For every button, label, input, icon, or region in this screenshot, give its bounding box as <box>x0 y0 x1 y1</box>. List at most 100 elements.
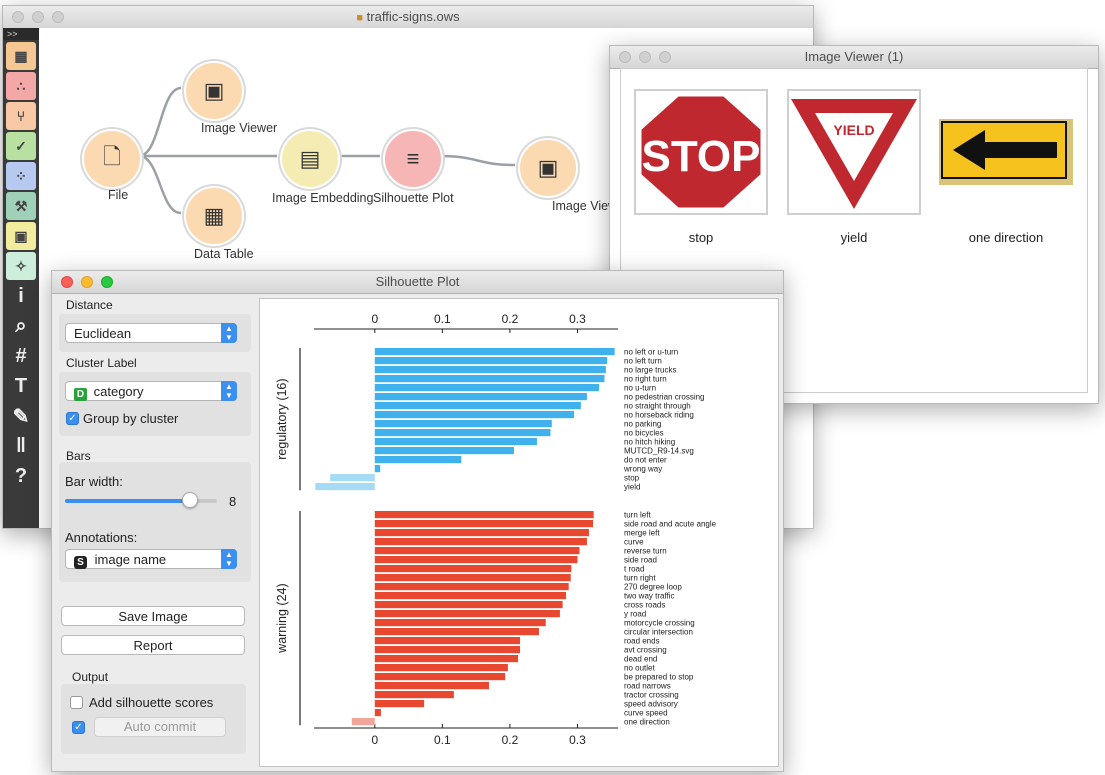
text-icon[interactable]: T <box>6 372 36 400</box>
group-by-cluster-checkbox[interactable]: ✓ <box>66 412 79 425</box>
silhouette-bar[interactable] <box>374 610 560 618</box>
model-icon[interactable]: ⑂ <box>6 102 36 130</box>
info-icon[interactable]: i <box>6 282 36 310</box>
silhouette-bar[interactable] <box>374 556 578 564</box>
annotations-combo[interactable]: S image name ▲ ▼ <box>65 549 237 569</box>
silhouette-bar[interactable] <box>374 348 615 356</box>
silhouette-bar[interactable] <box>374 700 425 708</box>
silhouette-bar[interactable] <box>374 411 575 419</box>
auto-commit-button[interactable]: Auto commit <box>94 717 226 737</box>
x-tick-label: 0.2 <box>502 312 519 326</box>
add-silhouette-scores-checkbox[interactable] <box>70 696 83 709</box>
minimize-button[interactable] <box>81 276 93 288</box>
silhouette-bar[interactable] <box>374 691 454 699</box>
silhouette-bar[interactable] <box>374 393 587 401</box>
silhouette-bar[interactable] <box>374 384 600 392</box>
silhouette-bar[interactable] <box>374 619 546 627</box>
silhouette-bar[interactable] <box>374 447 514 455</box>
pause-icon[interactable]: ‖ <box>6 432 36 460</box>
silhouette-bar[interactable] <box>374 420 552 428</box>
distance-combo[interactable]: Euclidean ▲ ▼ <box>65 323 237 343</box>
node-image-viewer[interactable]: ▣ <box>186 63 242 119</box>
silhouette-titlebar[interactable]: Silhouette Plot <box>52 271 783 294</box>
zoom-button[interactable] <box>101 276 113 288</box>
bar-annotation: y road <box>624 610 646 619</box>
bar-annotation: road narrows <box>624 682 671 691</box>
stop-sign-text: STOP <box>641 132 760 181</box>
silhouette-bar[interactable] <box>374 709 381 717</box>
slider-handle[interactable] <box>181 492 198 508</box>
zoom-button[interactable] <box>52 11 64 23</box>
silhouette-bar[interactable] <box>374 438 537 446</box>
silhouette-bar[interactable] <box>374 646 521 654</box>
silhouette-bar[interactable] <box>351 718 375 726</box>
silhouette-bar[interactable] <box>374 456 462 464</box>
canvas-titlebar[interactable]: ■ traffic-signs.ows <box>3 6 813 29</box>
unsupervised-icon[interactable]: ⁘ <box>6 162 36 190</box>
silhouette-bar[interactable] <box>374 429 551 437</box>
image-icon[interactable]: ▣ <box>6 222 36 250</box>
visualize-icon[interactable]: ∴ <box>6 72 36 100</box>
link-file-data-table[interactable] <box>138 154 182 215</box>
silhouette-bar[interactable] <box>374 538 587 546</box>
silhouette-bar[interactable] <box>374 529 589 537</box>
silhouette-bar[interactable] <box>374 592 566 600</box>
image-analytics-icon[interactable]: ⚒ <box>6 192 36 220</box>
node-image-embedding[interactable]: ▤ <box>282 131 338 187</box>
thumbnail-stop[interactable]: STOP <box>634 89 768 215</box>
data-icon[interactable]: ▦ <box>6 42 36 70</box>
node-image-viewer-1[interactable]: ▣ <box>520 140 576 196</box>
silhouette-bar[interactable] <box>374 402 581 410</box>
silhouette-bar[interactable] <box>374 583 569 591</box>
bar-annotation: no straight through <box>624 402 691 411</box>
pen-icon[interactable]: ✎ <box>6 402 36 430</box>
silhouette-bar[interactable] <box>374 511 594 519</box>
silhouette-bar[interactable] <box>374 366 606 374</box>
silhouette-bar[interactable] <box>374 664 508 672</box>
auto-commit-checkbox[interactable]: ✓ <box>72 721 85 734</box>
save-image-button[interactable]: Save Image <box>61 606 245 626</box>
grid-icon[interactable]: # <box>6 342 36 370</box>
cluster-label-combo[interactable]: D category ▲ ▼ <box>65 381 237 401</box>
image-viewer-titlebar[interactable]: Image Viewer (1) <box>610 46 1098 69</box>
thumbnail-one-direction[interactable] <box>939 89 1073 215</box>
help-icon[interactable]: ? <box>6 462 36 490</box>
close-button[interactable] <box>12 11 24 23</box>
node-silhouette-plot[interactable]: ≡ <box>385 131 441 187</box>
silhouette-bar[interactable] <box>374 682 489 690</box>
minimize-button[interactable] <box>639 51 651 63</box>
silhouette-bar[interactable] <box>315 483 375 491</box>
silhouette-bar[interactable] <box>374 520 594 528</box>
silhouette-bar[interactable] <box>374 375 605 383</box>
link-file-image-viewer[interactable] <box>138 86 182 158</box>
silhouette-bar[interactable] <box>374 655 519 663</box>
bar-width-slider[interactable] <box>65 492 217 508</box>
spectroscopy-icon[interactable]: ✧ <box>6 252 36 280</box>
silhouette-bar[interactable] <box>374 357 608 365</box>
node-data-table[interactable]: ▦ <box>186 188 242 244</box>
silhouette-chart: 000.10.10.20.20.30.3no left or u-turnno … <box>275 299 778 766</box>
close-button[interactable] <box>61 276 73 288</box>
node-label: Image Viewer <box>201 121 278 135</box>
node-file[interactable]: 🗋 <box>84 131 140 187</box>
silhouette-bar[interactable] <box>374 673 506 681</box>
silhouette-bar[interactable] <box>374 465 381 473</box>
thumbnail-yield[interactable]: YIELD <box>787 89 921 215</box>
evaluate-icon[interactable]: ✓ <box>6 132 36 160</box>
toolbox-toggle[interactable]: >> <box>3 28 39 40</box>
link-silhouette-plot-image-viewer-1[interactable] <box>439 154 516 167</box>
minimize-button[interactable] <box>32 11 44 23</box>
silhouette-bar[interactable] <box>374 637 521 645</box>
silhouette-bar[interactable] <box>374 565 572 573</box>
close-button[interactable] <box>619 51 631 63</box>
silhouette-bar[interactable] <box>374 574 571 582</box>
zoom-button[interactable] <box>659 51 671 63</box>
report-button[interactable]: Report <box>61 635 245 655</box>
search-icon[interactable]: ⌕ <box>6 312 36 340</box>
silhouette-bar[interactable] <box>374 547 580 555</box>
silhouette-bar[interactable] <box>374 601 563 609</box>
silhouette-bar[interactable] <box>330 474 375 482</box>
silhouette-bar[interactable] <box>374 628 539 636</box>
silhouette-plot-area[interactable]: 0 0 0.1 0.1 0.2 0.2 0.3 0.3 no left or u-turn no … <box>259 298 779 767</box>
bar-annotation: stop <box>624 474 640 483</box>
